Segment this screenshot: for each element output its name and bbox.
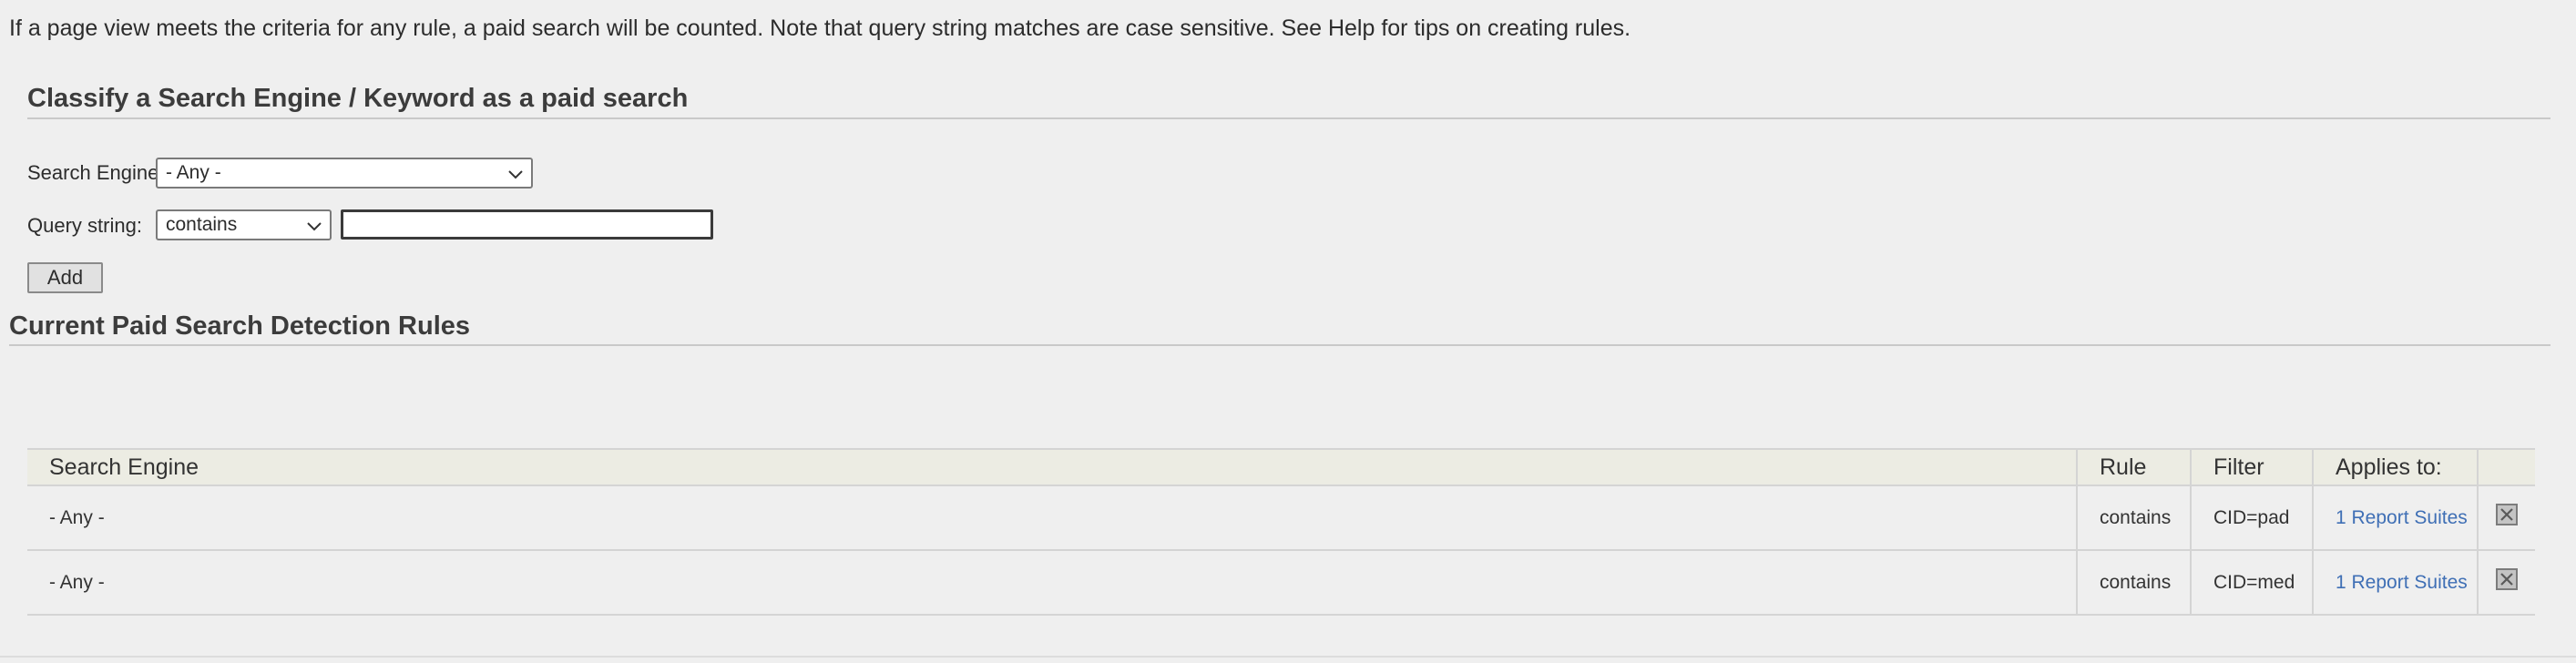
classify-title-divider (27, 117, 2550, 119)
search-engine-label: Search Engine: (27, 161, 165, 184)
query-string-label: Query string: (27, 214, 142, 237)
search-engine-select-value: - Any - (166, 162, 221, 183)
delete-icon[interactable] (2495, 503, 2518, 525)
column-header-search-engine: Search Engine (27, 448, 2078, 486)
classify-section-title: Classify a Search Engine / Keyword as a … (27, 84, 689, 113)
table-header-row: Search Engine Rule Filter Applies to: (27, 448, 2535, 486)
applies-to-link[interactable]: 1 Report Suites (2336, 507, 2468, 528)
cell-filter: CID=med (2191, 550, 2314, 615)
page-bottom-divider (0, 656, 2576, 658)
cell-search-engine: - Any - (27, 485, 2078, 550)
add-button[interactable]: Add (27, 262, 103, 293)
rules-section-title: Current Paid Search Detection Rules (9, 311, 471, 341)
cell-delete (2478, 550, 2535, 615)
cell-filter: CID=pad (2191, 485, 2314, 550)
table-row: - Any - contains CID=med 1 Report Suites (27, 550, 2535, 615)
column-header-filter: Filter (2191, 448, 2314, 486)
cell-rule: contains (2077, 550, 2192, 615)
delete-icon[interactable] (2495, 567, 2518, 590)
applies-to-link[interactable]: 1 Report Suites (2336, 572, 2468, 593)
column-header-delete (2478, 448, 2535, 486)
query-operator-select[interactable]: contains (156, 209, 332, 240)
cell-delete (2478, 485, 2535, 550)
cell-applies-to: 1 Report Suites (2313, 550, 2479, 615)
rules-title-divider (9, 344, 2550, 346)
rules-table: Search Engine Rule Filter Applies to: - … (27, 448, 2535, 616)
cell-search-engine: - Any - (27, 550, 2078, 615)
search-engine-select[interactable]: - Any - (156, 158, 533, 189)
table-row: - Any - contains CID=pad 1 Report Suites (27, 485, 2535, 550)
column-header-rule: Rule (2077, 448, 2192, 486)
chevron-down-icon (508, 170, 523, 179)
column-header-applies-to: Applies to: (2313, 448, 2479, 486)
cell-applies-to: 1 Report Suites (2313, 485, 2479, 550)
query-operator-select-value: contains (166, 214, 238, 235)
intro-text: If a page view meets the criteria for an… (9, 15, 1631, 41)
chevron-down-icon (307, 222, 322, 231)
cell-rule: contains (2077, 485, 2192, 550)
query-string-input[interactable] (341, 209, 713, 240)
